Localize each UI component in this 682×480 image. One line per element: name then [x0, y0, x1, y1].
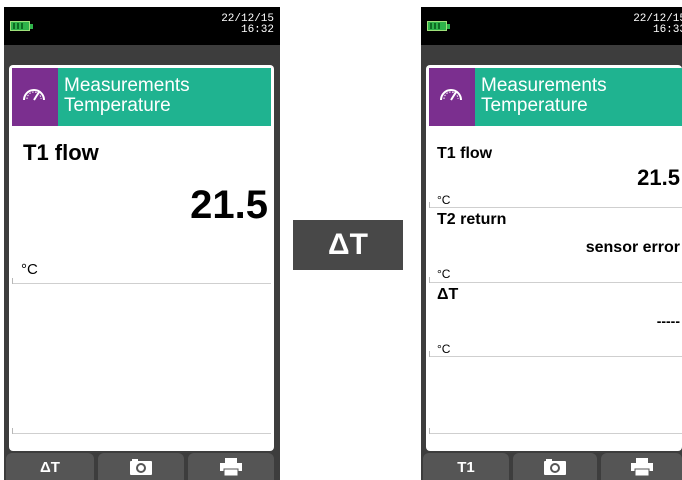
reading-label-t2: T2 return: [437, 211, 507, 228]
reading-label: T1 flow: [23, 140, 99, 165]
printer-icon: [630, 458, 653, 477]
print-button[interactable]: [601, 453, 682, 480]
divider: [429, 277, 682, 283]
divider: [429, 351, 682, 357]
right-screen: 22/12/15 16:33 Measurements Temperature …: [421, 7, 682, 480]
clock: 22/12/15 16:32: [221, 14, 274, 36]
divider: [429, 202, 682, 208]
divider: [12, 428, 271, 434]
reading-value-delta: -----: [656, 313, 680, 329]
header-line2: Temperature: [64, 95, 171, 116]
gauge-icon: [429, 68, 475, 126]
time-text: 16:32: [240, 24, 274, 36]
camera-icon: [130, 459, 152, 475]
gauge-icon: [12, 68, 58, 126]
status-bar: 22/12/15 16:33: [421, 7, 682, 45]
measurement-panel: Measurements Temperature T1 flow 21.5 °C…: [426, 65, 682, 451]
reading-unit: °C: [21, 261, 38, 278]
camera-icon: [544, 459, 566, 475]
bottom-toolbar: ΔT: [4, 453, 280, 480]
divider: [12, 278, 271, 284]
camera-button[interactable]: [98, 453, 184, 480]
measurement-panel: Measurements Temperature T1 flow 21.5 °C: [9, 65, 274, 451]
header-line1: Measurements: [64, 75, 190, 96]
reading-unit-t2: °C: [437, 267, 451, 281]
delta-t-label: ΔT: [293, 220, 403, 270]
reading-value: 21.5: [190, 183, 268, 227]
battery-icon: [10, 21, 33, 31]
print-button[interactable]: [188, 453, 274, 480]
bottom-toolbar: T1: [421, 453, 682, 480]
reading-value-t1: 21.5: [637, 165, 680, 190]
reading-unit-t1: °C: [437, 193, 451, 207]
screen-header: Measurements Temperature: [12, 68, 271, 126]
reading-label-delta: ΔT: [437, 286, 459, 303]
clock: 22/12/15 16:33: [633, 14, 682, 36]
battery-icon: [427, 21, 450, 31]
reading-unit-delta: °C: [437, 342, 451, 356]
t1-button[interactable]: T1: [423, 453, 509, 480]
divider: [429, 428, 682, 434]
screen-header: Measurements Temperature: [429, 68, 682, 126]
header-title: Measurements Temperature: [475, 68, 682, 126]
header-title: Measurements Temperature: [58, 68, 271, 126]
header-line1: Measurements: [481, 75, 607, 96]
status-bar: 22/12/15 16:32: [4, 7, 280, 45]
reading-label-t1: T1 flow: [437, 145, 493, 162]
left-screen: 22/12/15 16:32 Measurements Temperature …: [4, 7, 280, 480]
reading-value-t2: sensor error: [585, 239, 680, 256]
time-text: 16:33: [652, 24, 682, 36]
printer-icon: [220, 458, 242, 477]
camera-button[interactable]: [513, 453, 597, 480]
delta-t-button[interactable]: ΔT: [6, 453, 94, 480]
header-line2: Temperature: [481, 95, 588, 116]
